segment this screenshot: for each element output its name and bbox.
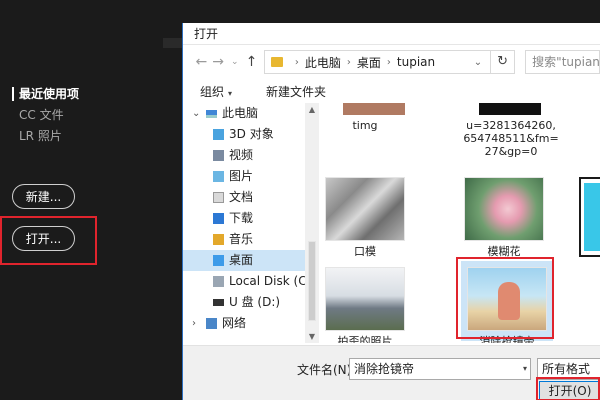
chevron-right-icon: › [294,56,299,68]
file-item-timg[interactable]: timg [324,115,406,132]
tree-item-label: U 盘 (D:) [229,295,281,309]
file-view: timg u=3281364260,654748511&fm=27&gp=0 口… [319,103,600,343]
thumbnail-image [325,267,405,331]
thumbnail-image [325,177,405,241]
tree-scrollbar[interactable]: ▲ ▼ [305,103,319,343]
tree-item-usb-drive[interactable]: U 盘 (D:) [183,292,305,313]
tree-item-pictures[interactable]: 图片 [183,166,305,187]
desktop-icon [213,255,224,266]
breadcrumb-this-pc[interactable]: 此电脑 [305,54,341,71]
video-icon [213,150,224,161]
usb-drive-icon [213,299,224,306]
file-item-tilted-photo[interactable]: 拍歪的照片 [324,267,406,343]
photoshop-start-panel: 最近使用项 CC 文件 LR 照片 新建... 打开... [0,0,182,400]
thumbnail-image [464,177,544,241]
file-label: 拍歪的照片 [337,335,393,343]
up-arrow-icon[interactable]: ↑ [243,54,260,70]
computer-icon [206,109,217,118]
scroll-up-icon[interactable]: ▲ [305,105,319,114]
dialog-footer: 文件名(N): 消除抢镜帝 ▾ 所有格式 打开(O) [183,345,600,400]
pictures-icon [213,171,224,182]
tree-item-label: 桌面 [229,253,254,267]
tree-item-network[interactable]: › 网络 [183,313,305,334]
breadcrumb-desktop[interactable]: 桌面 [357,54,381,71]
thumbnail-timg[interactable] [343,103,405,115]
tree-item-label: 文档 [229,190,254,204]
command-bar: 组织 ▾ 新建文件夹 [183,79,600,103]
tree-item-desktop[interactable]: 桌面 [183,250,305,271]
file-label: u=3281364260,654748511&fm=27&gp=0 [463,119,559,158]
navigation-bar: ← → ⌄ ↑ › 此电脑 › 桌面 › tupian ⌄ ↻ 搜索"tupia… [183,45,600,79]
network-icon [206,318,217,329]
download-icon [213,213,224,224]
tree-item-downloads[interactable]: 下载 [183,208,305,229]
tree-item-3d-objects[interactable]: 3D 对象 [183,124,305,145]
dialog-title: 打开 [183,23,600,45]
caret-down-icon: ▾ [228,88,233,98]
nav-recent[interactable]: 最近使用项 [12,84,79,105]
filetype-select[interactable]: 所有格式 [537,358,600,380]
3d-objects-icon [213,129,224,140]
tree-item-label: 3D 对象 [229,127,274,141]
file-label: 消除抢镜帝 [479,335,535,343]
scroll-down-icon[interactable]: ▼ [305,332,319,341]
tree-item-label: 音乐 [229,232,254,246]
file-label: timg [352,119,378,132]
breadcrumb-tupian[interactable]: tupian [397,55,435,69]
search-input[interactable]: 搜索"tupian [525,50,600,74]
open-button[interactable]: 打开... [12,226,75,251]
panel-edge [163,38,182,48]
navigation-tree: ⌄ 此电脑 3D 对象 视频 图片 文档 下载 音乐 桌面 Local Disk… [183,103,305,343]
file-label: 模糊花 [487,245,521,258]
recent-locations-icon[interactable]: ⌄ [226,57,243,67]
nav-lr-photos[interactable]: LR 照片 [12,126,79,147]
organize-label: 组织 [200,84,225,99]
chevron-down-icon[interactable]: ▾ [519,358,531,380]
thumbnail-u-file[interactable] [479,103,541,115]
tree-item-label: 此电脑 [222,106,259,120]
nav-cc-files[interactable]: CC 文件 [12,105,79,126]
tree-item-label: 图片 [229,169,254,183]
tree-item-videos[interactable]: 视频 [183,145,305,166]
new-folder-button[interactable]: 新建文件夹 [249,83,343,100]
file-label: 口模 [354,245,376,258]
folder-icon [270,57,283,67]
disk-icon [213,276,224,287]
back-arrow-icon[interactable]: ← [193,54,210,70]
organize-menu[interactable]: 组织 ▾ [183,83,249,100]
tree-item-label: 网络 [222,316,247,330]
file-item-selected[interactable]: 消除抢镜帝 [461,261,553,343]
chevron-right-icon: › [346,56,351,68]
thumbnail-image [467,267,547,331]
tree-item-local-disk[interactable]: Local Disk (C:) [183,271,305,292]
chevron-down-icon[interactable]: ⌄ [192,103,200,124]
tree-item-label: Local Disk (C:) [229,274,305,288]
chevron-right-icon: › [386,56,391,68]
filename-label: 文件名(N): [297,363,356,377]
refresh-icon[interactable]: ↻ [490,50,516,74]
address-bar[interactable]: › 此电脑 › 桌面 › tupian ⌄ [263,50,491,74]
documents-icon [213,192,224,203]
scrollbar-thumb[interactable] [308,241,316,321]
partial-thumbnail[interactable] [579,177,600,257]
forward-arrow-icon[interactable]: → [210,54,227,70]
file-item-blurred-flower[interactable]: 模糊花 [463,177,545,258]
tree-item-this-pc[interactable]: ⌄ 此电脑 [183,103,305,124]
open-file-dialog: 打开 ← → ⌄ ↑ › 此电脑 › 桌面 › tupian ⌄ ↻ 搜索"tu… [182,23,600,400]
file-item-u-file[interactable]: u=3281364260,654748511&fm=27&gp=0 [463,115,559,158]
file-item-koumo[interactable]: 口模 [324,177,406,258]
chevron-right-icon[interactable]: › [192,313,196,334]
tree-item-label: 下载 [229,211,254,225]
music-icon [213,234,224,245]
tree-item-documents[interactable]: 文档 [183,187,305,208]
dialog-open-button[interactable]: 打开(O) [539,381,600,400]
tree-item-label: 视频 [229,148,254,162]
chevron-down-icon[interactable]: ⌄ [466,57,490,68]
start-nav: 最近使用项 CC 文件 LR 照片 [12,84,79,147]
filename-input[interactable]: 消除抢镜帝 [349,358,531,380]
new-button[interactable]: 新建... [12,184,75,209]
tree-item-music[interactable]: 音乐 [183,229,305,250]
